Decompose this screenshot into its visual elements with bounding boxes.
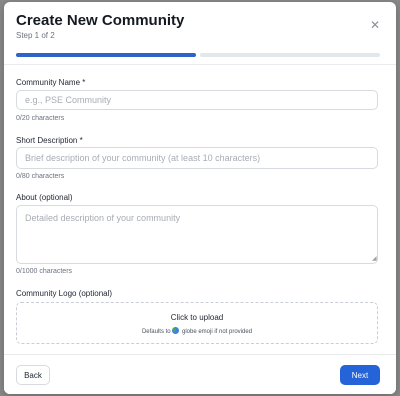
community-logo-label: Community Logo (optional) (16, 289, 113, 298)
progress-step-1 (16, 53, 196, 57)
short-description-label: Short Description * (16, 136, 83, 145)
short-description-counter: 0/80 characters (16, 173, 65, 180)
back-button[interactable]: Back (16, 365, 50, 385)
upload-text: Click to upload (170, 313, 224, 322)
about-counter: 0/1000 characters (16, 268, 73, 275)
create-community-modal: Create New Community Step 1 of 2 ✕ Commu… (4, 2, 396, 394)
step-indicator: Step 1 of 2 (16, 31, 55, 40)
textarea-resize-handle[interactable]: ◢ (372, 256, 378, 262)
modal-footer: Back Next (4, 354, 396, 394)
default-suffix: globe emoji if not provided (181, 329, 253, 335)
community-name-counter: 0/20 characters (16, 115, 65, 122)
modal-header: Create New Community Step 1 of 2 ✕ (4, 2, 396, 65)
next-button[interactable]: Next (340, 365, 380, 385)
community-name-input[interactable] (16, 90, 378, 110)
progress-step-2 (200, 53, 380, 57)
close-icon[interactable]: ✕ (369, 19, 381, 31)
upload-default-note: Defaults to globe emoji if not provided (17, 327, 377, 335)
short-description-input[interactable] (16, 147, 378, 169)
logo-upload-dropzone[interactable]: Click to upload Defaults to globe emoji … (16, 302, 378, 344)
about-label: About (optional) (16, 193, 73, 202)
community-name-label: Community Name * (16, 78, 86, 87)
modal-title: Create New Community (16, 12, 185, 29)
default-prefix: Defaults to (141, 329, 171, 335)
globe-icon (172, 327, 180, 334)
step-progress-bar (16, 53, 380, 57)
about-textarea[interactable] (16, 205, 378, 264)
